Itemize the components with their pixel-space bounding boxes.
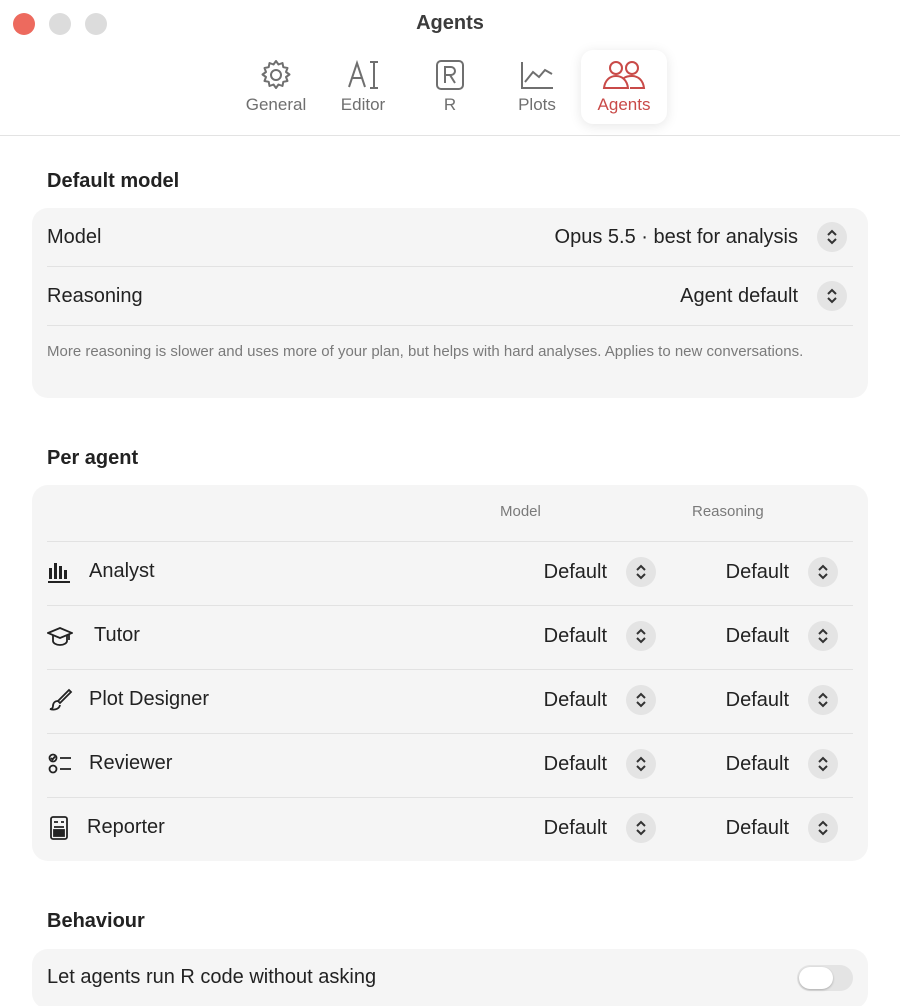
- reviewer-model-stepper[interactable]: [626, 749, 656, 779]
- tutor-reasoning-stepper[interactable]: [808, 621, 838, 651]
- run-r-code-toggle[interactable]: [797, 965, 853, 991]
- chevron-up-down-icon: [827, 288, 837, 304]
- tutor-model-stepper[interactable]: [626, 621, 656, 651]
- tutor-model-value[interactable]: Default: [544, 625, 607, 648]
- analyst-reasoning-value[interactable]: Default: [726, 561, 789, 584]
- default-model-heading: Default model: [47, 170, 180, 192]
- agent-name-reporter: Reporter: [87, 816, 165, 838]
- tab-plots[interactable]: Plots: [494, 50, 580, 124]
- divider: [47, 605, 853, 606]
- chevron-up-down-icon: [827, 229, 837, 245]
- agent-name-plot-designer: Plot Designer: [89, 688, 210, 710]
- analyst-reasoning-stepper[interactable]: [808, 557, 838, 587]
- divider: [47, 733, 853, 734]
- plot-designer-model-stepper[interactable]: [626, 685, 656, 715]
- divider: [47, 669, 853, 670]
- reasoning-help-text: More reasoning is slower and uses more o…: [47, 343, 804, 360]
- behaviour-card: Let agents run R code without asking: [32, 949, 868, 1006]
- toggle-knob: [799, 967, 833, 989]
- tab-general-label: General: [245, 95, 307, 114]
- plot-designer-reasoning-value[interactable]: Default: [726, 689, 789, 712]
- reviewer-reasoning-stepper[interactable]: [808, 749, 838, 779]
- gear-icon: [261, 60, 291, 89]
- agent-name-analyst: Analyst: [89, 560, 155, 582]
- run-r-code-label: Let agents run R code without asking: [47, 966, 377, 988]
- model-value[interactable]: Opus 5.5 · best for analysis: [555, 226, 798, 249]
- tab-plots-label: Plots: [518, 95, 556, 114]
- chevron-up-down-icon: [818, 564, 828, 580]
- chevron-up-down-icon: [818, 692, 828, 708]
- column-header-model: Model: [500, 503, 541, 520]
- column-header-reasoning: Reasoning: [692, 503, 764, 520]
- agent-name-reviewer: Reviewer: [89, 752, 173, 774]
- tab-r[interactable]: R: [407, 50, 493, 124]
- plot-designer-reasoning-stepper[interactable]: [808, 685, 838, 715]
- divider: [47, 325, 853, 326]
- chevron-up-down-icon: [818, 820, 828, 836]
- r-box-icon: [436, 60, 464, 90]
- toolbar: Agents General Editor R Plots Agents: [0, 0, 900, 136]
- reasoning-value[interactable]: Agent default: [680, 285, 798, 308]
- chevron-up-down-icon: [636, 756, 646, 772]
- reporter-model-value[interactable]: Default: [544, 817, 607, 840]
- text-cursor-icon: [348, 59, 378, 89]
- chevron-up-down-icon: [636, 692, 646, 708]
- analyst-model-value[interactable]: Default: [544, 561, 607, 584]
- plot-designer-model-value[interactable]: Default: [544, 689, 607, 712]
- graduation-cap-icon: [47, 627, 73, 646]
- chevron-up-down-icon: [818, 756, 828, 772]
- tab-editor-label: Editor: [340, 95, 386, 114]
- tab-editor[interactable]: Editor: [320, 50, 406, 124]
- tab-agents-label: Agents: [597, 95, 651, 114]
- reporter-reasoning-value[interactable]: Default: [726, 817, 789, 840]
- chevron-up-down-icon: [636, 564, 646, 580]
- divider: [47, 797, 853, 798]
- people-icon: [602, 61, 646, 89]
- bar-chart-icon: [48, 563, 70, 583]
- reasoning-label: Reasoning: [47, 285, 143, 307]
- tab-general[interactable]: General: [233, 50, 319, 124]
- tab-r-label: R: [443, 95, 457, 114]
- per-agent-heading: Per agent: [47, 447, 139, 469]
- model-label: Model: [47, 226, 102, 248]
- agent-name-tutor: Tutor: [94, 624, 140, 646]
- analyst-model-stepper[interactable]: [626, 557, 656, 587]
- default-model-card: Model Opus 5.5 · best for analysis Reaso…: [32, 208, 868, 398]
- reviewer-model-value[interactable]: Default: [544, 753, 607, 776]
- divider: [47, 541, 853, 542]
- reporter-model-stepper[interactable]: [626, 813, 656, 843]
- report-icon: [50, 816, 68, 840]
- reasoning-select-stepper[interactable]: [817, 281, 847, 311]
- line-chart-icon: [521, 62, 553, 89]
- reporter-reasoning-stepper[interactable]: [808, 813, 838, 843]
- tab-agents[interactable]: Agents: [581, 50, 667, 124]
- paintbrush-icon: [49, 688, 73, 711]
- per-agent-card: Model Reasoning Analyst Default Default …: [32, 485, 868, 861]
- divider: [47, 266, 853, 267]
- chevron-up-down-icon: [636, 820, 646, 836]
- behaviour-heading: Behaviour: [47, 910, 145, 932]
- model-select-stepper[interactable]: [817, 222, 847, 252]
- window-title: Agents: [416, 12, 484, 34]
- chevron-up-down-icon: [636, 628, 646, 644]
- reviewer-reasoning-value[interactable]: Default: [726, 753, 789, 776]
- checklist-icon: [48, 753, 71, 774]
- chevron-up-down-icon: [818, 628, 828, 644]
- tutor-reasoning-value[interactable]: Default: [726, 625, 789, 648]
